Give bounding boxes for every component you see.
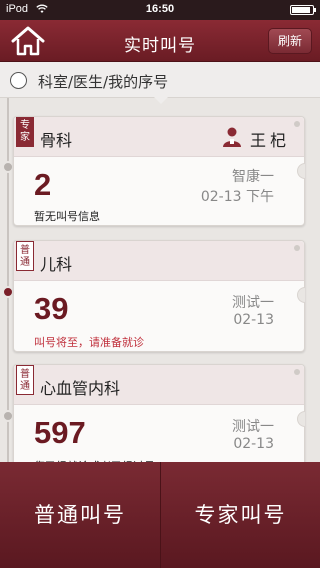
queue-date: 02-13 [233,436,274,452]
card-notch [297,163,305,179]
card-pin [294,121,300,127]
queue-number: 597 [34,415,86,450]
patient-name: 测试一 [232,295,274,311]
card-header: 普通 儿科 [14,241,304,281]
queue-card[interactable]: 专家 骨科 王杞 2 智康一 02-13 下午 暂无叫号信息 [13,116,305,226]
queue-card[interactable]: 普通 儿科 39 测试一 02-13 叫号将至，请准备就诊 [13,240,305,352]
refresh-button[interactable]: 刷新 [268,28,312,54]
doctor-name: 王杞 [250,131,291,150]
patient-name: 测试一 [232,419,274,435]
filter-radio[interactable] [10,72,27,89]
department-name: 骨科 [40,131,73,150]
card-notch [297,287,305,303]
queue-card[interactable]: 普通 心血管内科 597 测试一 02-13 您已经就诊或者已经过号 [13,364,305,474]
normal-badge: 普通 [16,365,34,395]
filter-row[interactable]: 科室/医生/我的序号 [0,62,320,104]
battery-icon [290,5,316,15]
patient-name: 智康一 [232,169,274,185]
department-name: 儿科 [40,255,73,274]
card-pin [294,245,300,251]
card-pin [294,369,300,375]
card-header: 专家 骨科 王杞 [14,117,304,157]
expert-badge: 专家 [16,117,34,147]
card-notch [297,411,305,427]
queue-number: 39 [34,291,69,326]
queue-status: 暂无叫号信息 [34,210,100,223]
bottom-tab-bar: 普通叫号 专家叫号 [0,462,320,568]
queue-status: 叫号将至，请准备就诊 [34,336,144,349]
filter-notch [154,97,168,104]
normal-queue-tab[interactable]: 普通叫号 [0,462,160,568]
status-bar: iPod 16:50 [0,0,320,20]
queue-date: 02-13 [233,312,274,328]
expert-queue-tab[interactable]: 专家叫号 [160,462,320,568]
department-name: 心血管内科 [40,379,121,398]
nav-bar: 实时叫号 刷新 [0,20,320,62]
clock: 16:50 [145,3,175,15]
queue-date: 02-13 下午 [200,189,274,205]
filter-label: 科室/医生/我的序号 [38,73,169,91]
normal-badge: 普通 [16,241,34,271]
queue-number: 2 [34,167,52,202]
doctor-icon [223,127,241,147]
card-header: 普通 心血管内科 [14,365,304,405]
